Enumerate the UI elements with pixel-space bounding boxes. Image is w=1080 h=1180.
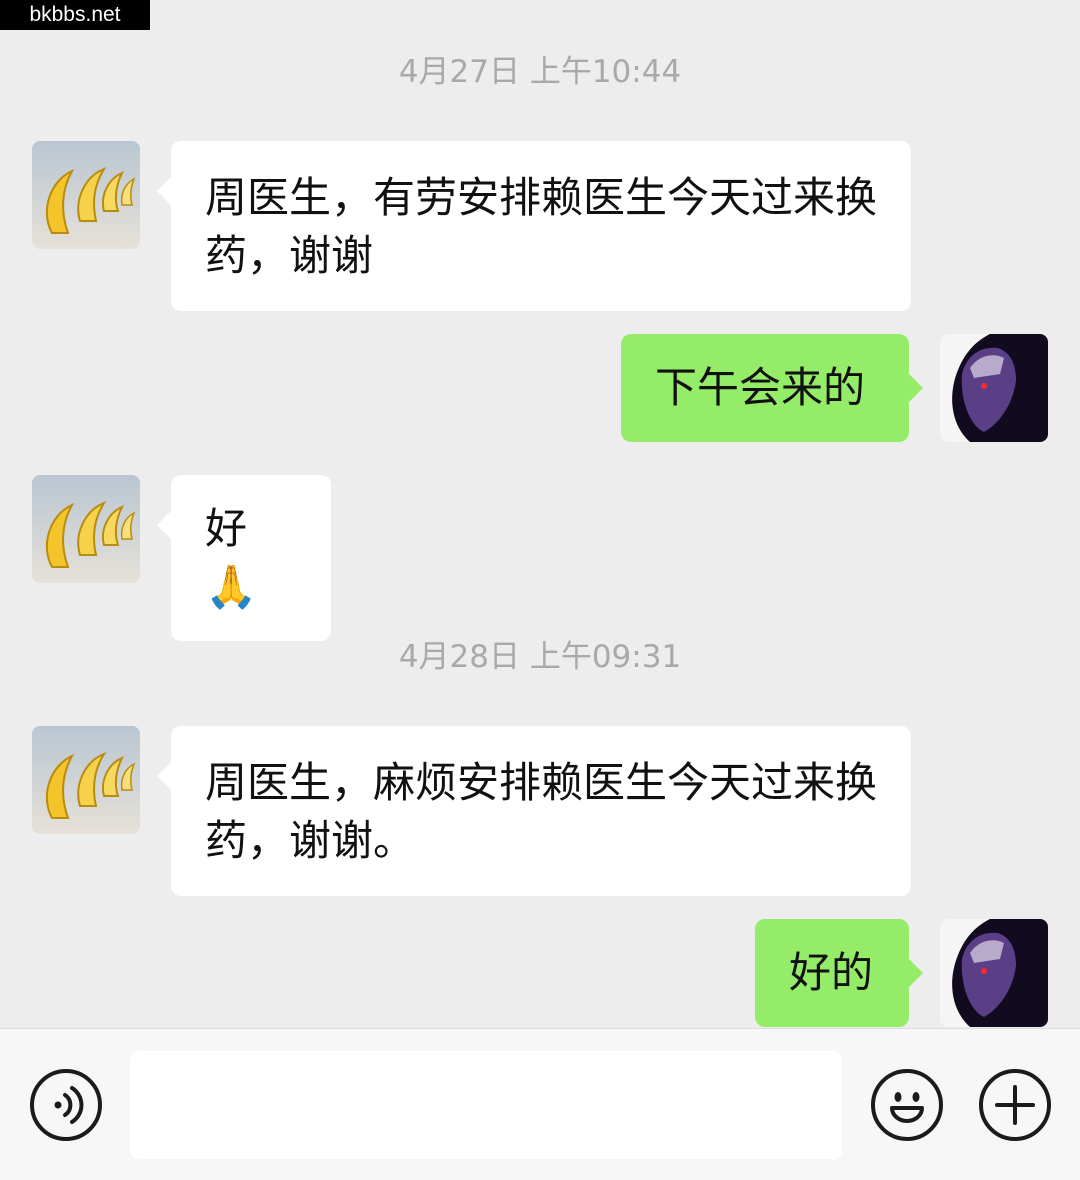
contact-avatar[interactable]	[32, 475, 140, 583]
watermark: bkbbs.net	[0, 0, 150, 30]
input-bar	[0, 1028, 1080, 1180]
message-bubble-incoming[interactable]: 周医生，麻烦安排赖医生今天过来换药，谢谢。	[157, 726, 911, 896]
my-avatar[interactable]	[940, 334, 1048, 442]
chat-area[interactable]: 4月27日 上午10:44 周医生，有劳安排赖医生今天过来换药，谢谢 下午会来的	[0, 0, 1080, 1028]
message-bubble-outgoing[interactable]: 好的	[755, 919, 923, 1027]
message-bubble-incoming[interactable]: 好🙏	[157, 475, 331, 641]
emoji-icon[interactable]	[871, 1069, 943, 1141]
message-bubble-outgoing[interactable]: 下午会来的	[621, 334, 923, 442]
plus-icon[interactable]	[979, 1069, 1051, 1141]
message-bubble-incoming[interactable]: 周医生，有劳安排赖医生今天过来换药，谢谢	[157, 141, 911, 311]
voice-icon[interactable]	[30, 1069, 102, 1141]
message-input[interactable]	[130, 1051, 842, 1159]
contact-avatar[interactable]	[32, 141, 140, 249]
timestamp: 4月27日 上午10:44	[398, 54, 682, 90]
timestamp: 4月28日 上午09:31	[398, 639, 682, 675]
my-avatar[interactable]	[940, 919, 1048, 1027]
contact-avatar[interactable]	[32, 726, 140, 834]
